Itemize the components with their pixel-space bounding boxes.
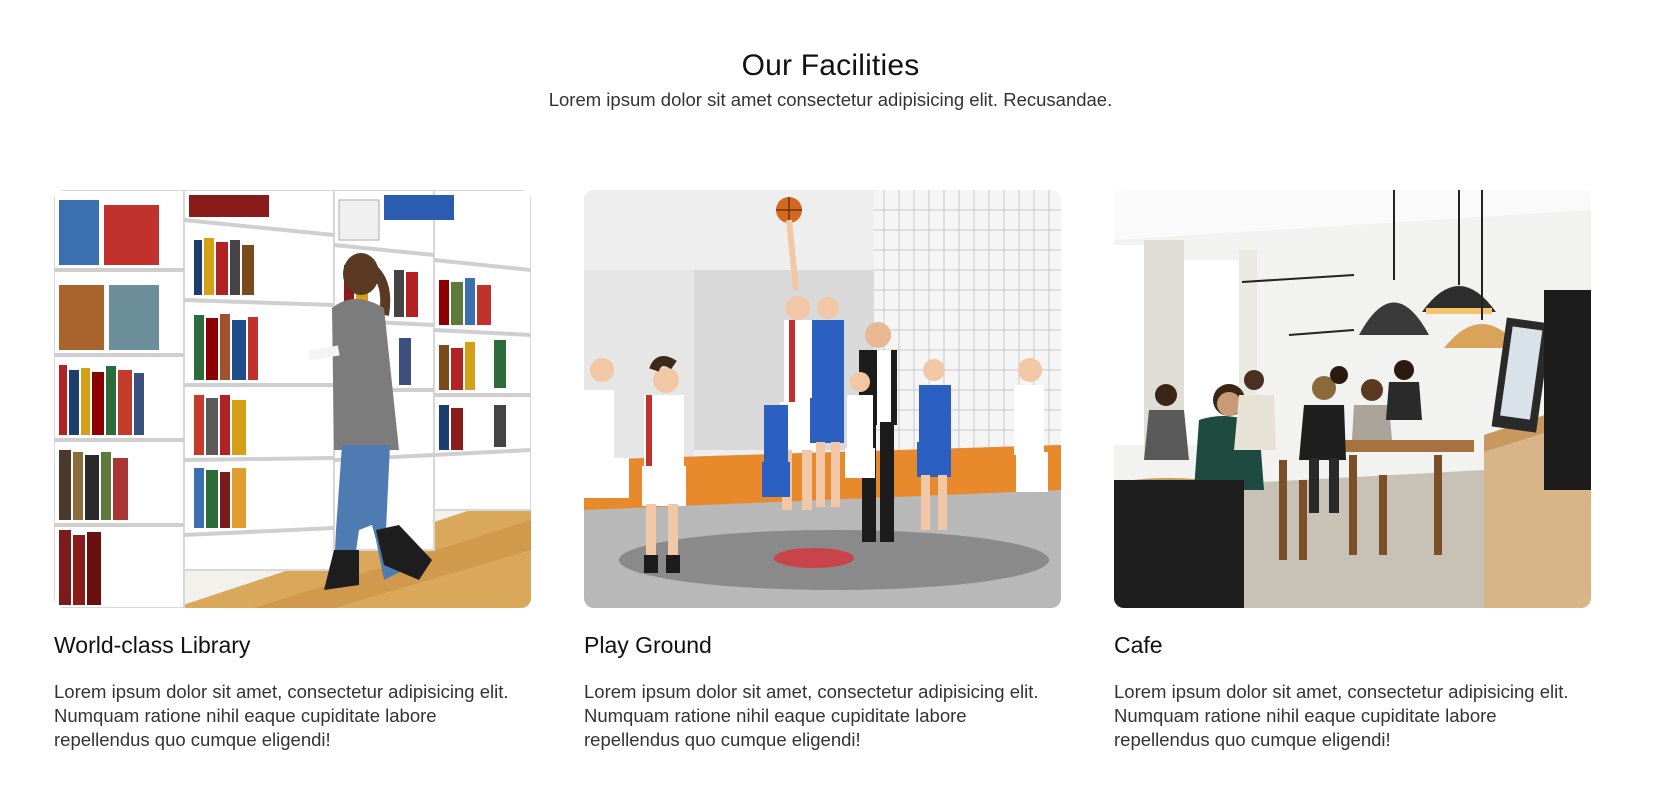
cafe-photo: [1114, 190, 1591, 608]
section-title: Our Facilities: [741, 49, 920, 82]
section-subtitle: Lorem ipsum dolor sit amet consectetur a…: [548, 89, 1113, 110]
facility-description: Lorem ipsum dolor sit amet, consectetur …: [584, 681, 1039, 750]
facility-title: World-class Library: [54, 632, 251, 658]
facility-description: Lorem ipsum dolor sit amet, consectetur …: [1114, 681, 1569, 750]
library-photo: [54, 190, 531, 608]
facility-card-cafe: Cafe Lorem ipsum dolor sit amet, consect…: [1114, 190, 1591, 752]
facilities-section: Our Facilities Lorem ipsum dolor sit ame…: [0, 0, 1661, 790]
facility-title: Play Ground: [584, 632, 712, 658]
facility-cards: World-class Library Lorem ipsum dolor si…: [54, 190, 1591, 752]
section-heading: Our Facilities Lorem ipsum dolor sit ame…: [0, 48, 1661, 112]
basketball-photo: [584, 190, 1061, 608]
facility-description: Lorem ipsum dolor sit amet, consectetur …: [54, 681, 509, 750]
facility-card-playground: Play Ground Lorem ipsum dolor sit amet, …: [584, 190, 1061, 752]
facility-title: Cafe: [1114, 632, 1163, 658]
facility-card-library: World-class Library Lorem ipsum dolor si…: [54, 190, 531, 752]
